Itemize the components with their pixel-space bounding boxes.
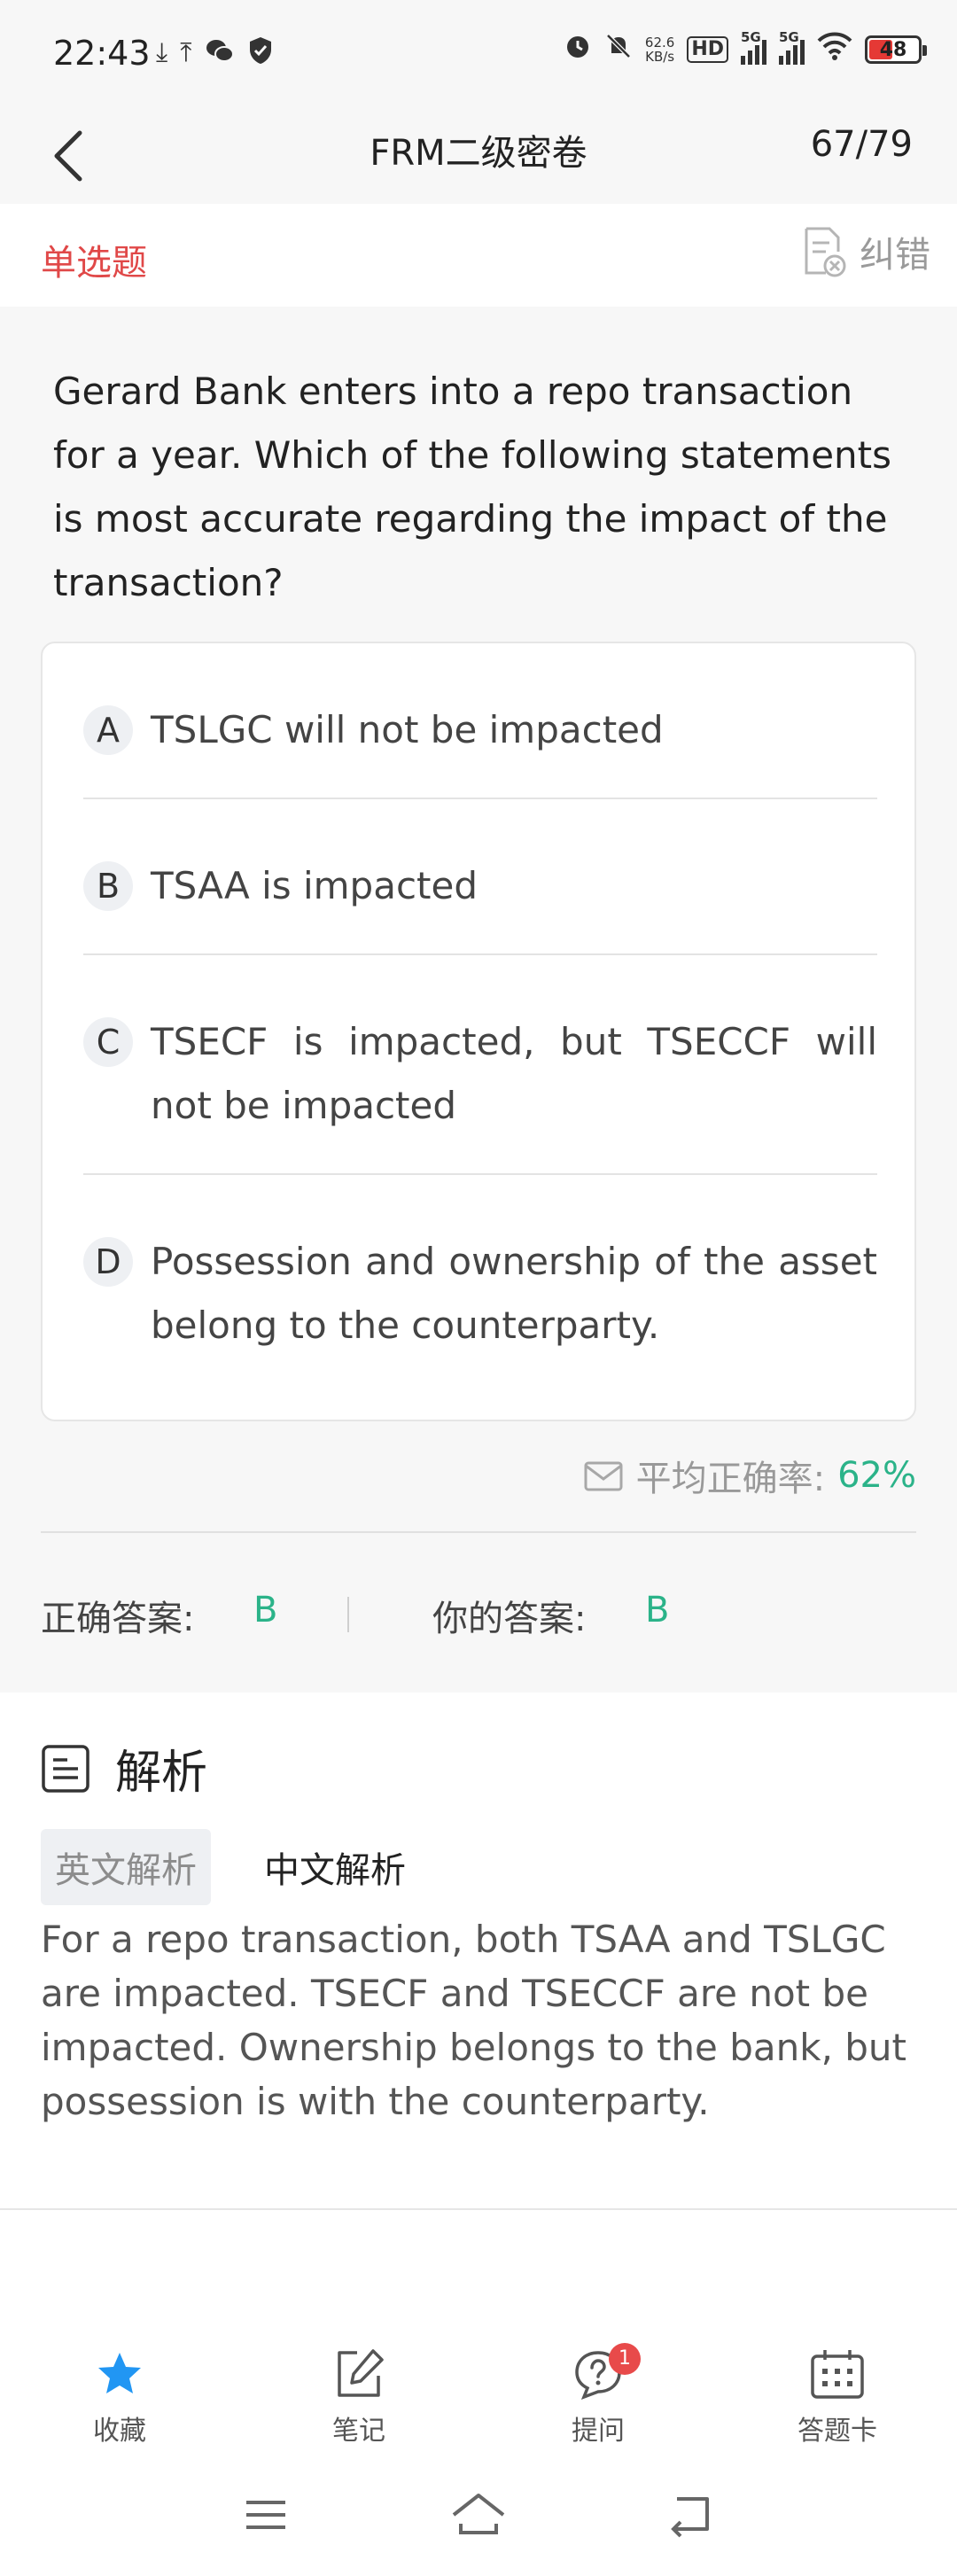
option-text: TSLGC will not be impacted [151,708,664,751]
average-accuracy-value: 62% [837,1455,916,1496]
option-b[interactable]: B TSAA is impacted [83,861,877,918]
home-icon [452,2494,505,2534]
back-nav-button[interactable] [665,2488,718,2545]
correct-answer-label: 正确答案: [41,1599,195,1639]
option-a[interactable]: A TSLGC will not be impacted [83,705,877,762]
ask-question-label: 提问 [572,2416,625,2447]
answer-card-label: 答题卡 [798,2416,877,2447]
option-divider [83,798,877,799]
signal-icon: 5G [741,29,766,65]
mute-icon [604,32,633,67]
report-error-button[interactable]: 纠错 [801,225,930,278]
option-letter: B [83,861,133,911]
star-icon [98,2353,141,2393]
option-text: TSECF is impacted, but TSECCF will not b… [151,1020,877,1127]
correct-answer-value: B [253,1590,278,1630]
analysis-header: 解析 [41,1735,207,1802]
ask-question-badge: 1 [609,2343,641,2375]
wechat-icon [205,35,235,75]
option-d[interactable]: D Possession and ownership of the asset … [83,1237,877,1358]
notes-label: 笔记 [332,2416,385,2447]
option-c[interactable]: C TSECF is impacted, but TSECCF will not… [83,1017,877,1138]
home-nav-button[interactable] [448,2488,509,2545]
favorite-button[interactable]: 收藏 [49,2343,191,2448]
app-header: FRM二级密卷 67/79 [0,105,957,204]
net-speed: 62.6 KB/s [644,35,675,65]
question-area: Gerard Bank enters into a repo transacti… [0,307,957,1537]
signal-icon-2: 5G [779,29,805,65]
option-letter: D [83,1237,133,1287]
section-divider [0,2208,957,2210]
menu-icon [246,2501,285,2529]
option-text: Possession and ownership of the asset be… [151,1240,877,1347]
option-divider [83,953,877,955]
ask-question-button[interactable]: 1 提问 [527,2343,669,2448]
hd-voice-badge: HD [687,36,728,63]
menu-nav-button[interactable] [239,2488,292,2545]
envelope-icon [584,1461,623,1491]
options-card: A TSLGC will not be impacted B TSAA is i… [41,642,916,1421]
question-type-label: 单选题 [41,243,147,284]
status-left-icons: ⤓ ⤒ [156,35,274,75]
report-error-label: 纠错 [860,235,930,276]
wifi-icon [817,32,852,67]
answer-card-button[interactable]: 答题卡 [766,2343,908,2448]
answer-card-icon [811,2350,864,2399]
option-letter: C [83,1017,133,1067]
option-divider [83,1173,877,1175]
average-accuracy-label: 平均正确率: [635,1459,826,1499]
download-icon: ⤓ [156,37,168,68]
status-bar: 22:43 ⤓ ⤒ 62.6 KB/s HD 5G 5G 48 [0,0,957,105]
favorite-label: 收藏 [93,2416,146,2447]
section-divider [41,1531,916,1533]
tab-chinese-analysis[interactable]: 中文解析 [250,1829,420,1905]
analysis-tabs: 英文解析 中文解析 [41,1829,420,1905]
edit-note-icon [338,2349,384,2397]
upload-icon: ⤒ [180,37,192,68]
shield-icon [247,35,274,75]
option-text: TSAA is impacted [151,864,478,907]
status-right-icons: 62.6 KB/s HD 5G 5G 48 [564,29,927,67]
average-accuracy: 平均正确率: 62% [583,1450,916,1501]
analysis-title: 解析 [115,1747,208,1800]
answer-separator [347,1597,349,1632]
tab-english-analysis[interactable]: 英文解析 [41,1829,211,1905]
your-answer-label: 你的答案: [432,1599,587,1639]
status-time: 22:43 [53,34,151,73]
system-nav-bar [0,2463,957,2576]
bottom-toolbar: 收藏 笔记 1 提问 答题卡 [0,2322,957,2448]
analysis-text: For a repo transaction, both TSAA and TS… [41,1918,907,2123]
question-progress[interactable]: 67/79 [811,124,913,165]
question-type-row: 单选题 纠错 [0,204,957,307]
question-text: Gerard Bank enters into a repo transacti… [53,370,892,604]
alarm-icon [564,32,592,67]
option-letter: A [83,705,133,755]
your-answer-value: B [645,1590,670,1630]
report-error-icon [805,227,846,277]
battery-indicator: 48 [865,35,927,64]
notes-button[interactable]: 笔记 [288,2343,430,2448]
answer-row: 正确答案: B 你的答案: B [0,1537,957,1693]
document-list-icon [42,1744,89,1793]
return-icon [671,2497,709,2538]
